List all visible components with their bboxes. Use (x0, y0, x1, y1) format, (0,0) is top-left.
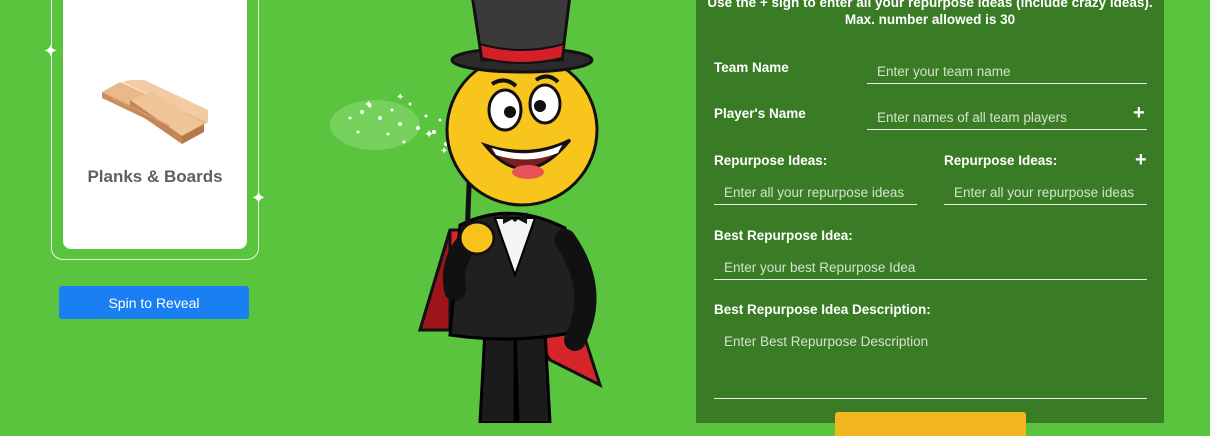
repurpose-ideas-label-1: Repurpose Ideas: (714, 153, 828, 168)
form-instructions: Use the + sign to enter all your repurpo… (707, 0, 1153, 27)
svg-text:✦: ✦ (364, 98, 373, 111)
players-name-label: Player's Name (714, 106, 806, 121)
team-name-input[interactable] (867, 60, 1147, 84)
best-idea-description-input[interactable] (714, 328, 1147, 399)
spin-to-reveal-button[interactable]: Spin to Reveal (59, 286, 249, 319)
repurpose-ideas-label-2: Repurpose Ideas: (944, 153, 1058, 168)
svg-text:✦: ✦ (440, 146, 448, 157)
magician-emoji-mascot: ✦ ✦ ✦ ✦ (330, 0, 603, 423)
best-idea-input[interactable] (714, 256, 1147, 280)
sparkle-icon: ✦ (43, 41, 59, 61)
best-idea-label: Best Repurpose Idea: (714, 228, 853, 243)
svg-text:✦: ✦ (396, 92, 404, 103)
add-player-icon[interactable]: + (1133, 103, 1145, 123)
best-idea-description-label: Best Repurpose Idea Description: (714, 302, 931, 317)
team-name-label: Team Name (714, 60, 789, 75)
svg-text:✦: ✦ (424, 127, 434, 141)
idea-form-panel: Use the + sign to enter all your repurpo… (696, 0, 1164, 436)
repurpose-ideas-input-1[interactable] (714, 181, 917, 205)
repurpose-ideas-input-2[interactable] (944, 181, 1147, 205)
submit-button[interactable] (835, 412, 1026, 436)
add-idea-icon[interactable]: + (1135, 150, 1147, 170)
players-name-input[interactable] (867, 106, 1147, 130)
planks-boards-icon (102, 80, 208, 144)
magic-sparkles: ✦ ✦ ✦ ✦ (330, 92, 448, 157)
card-label: Planks & Boards (87, 167, 223, 186)
sparkle-icon: ✦ (251, 188, 267, 208)
